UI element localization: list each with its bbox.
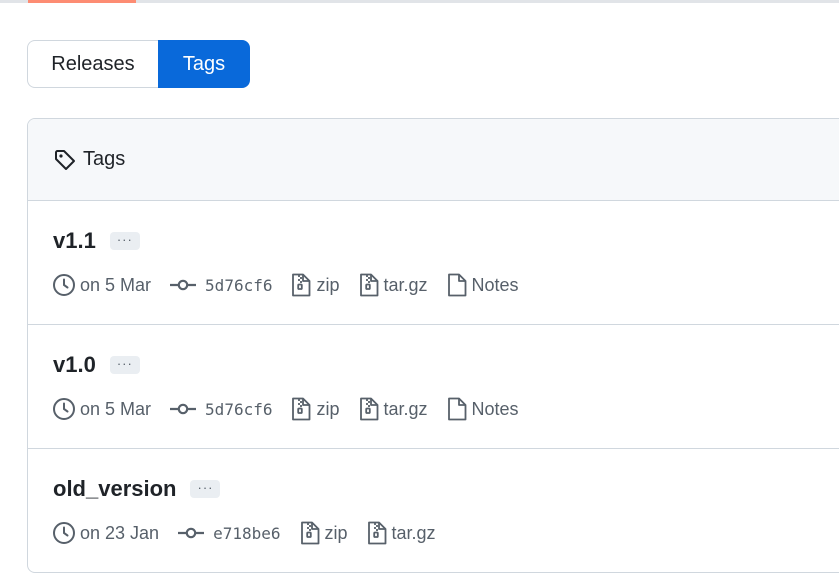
- targz-label: tar.gz: [383, 274, 428, 295]
- tag-date: on 23 Jan: [52, 521, 159, 545]
- zip-label: zip: [324, 522, 348, 543]
- commit-sha: 5d76cf6: [205, 275, 273, 295]
- targz-download-link[interactable]: tar.gz: [366, 521, 436, 545]
- commit-sha: e718be6: [213, 523, 281, 543]
- tag-title-line: old_version ···: [53, 476, 221, 502]
- commit-link[interactable]: e718be6: [177, 521, 281, 545]
- tag-date-text: on 23 Jan: [80, 522, 160, 543]
- notes-link[interactable]: Notes: [446, 397, 519, 421]
- commit-icon: [169, 397, 201, 421]
- tag-row: v1.0 ··· on 5 Mar 5d76cf6 zip tar.gz Notes: [28, 325, 839, 449]
- file-zip-icon: [299, 521, 325, 545]
- tag-title-line: v1.1 ···: [53, 228, 140, 254]
- commit-icon: [177, 521, 209, 545]
- tags-box: Tags v1.1 ··· on 5 Mar 5d76cf6 zip tar.gz Note…: [27, 118, 839, 573]
- releases-tags-switcher: Releases Tags: [27, 40, 250, 88]
- tag-title-line: v1.0 ···: [53, 352, 140, 378]
- tag-row: v1.1 ··· on 5 Mar 5d76cf6 zip tar.gz Notes: [28, 201, 839, 325]
- clock-icon: [52, 521, 80, 545]
- file-zip-icon: [290, 397, 316, 421]
- targz-label: tar.gz: [391, 522, 436, 543]
- commit-icon: [169, 273, 201, 297]
- file-zip-icon: [358, 273, 384, 297]
- commit-link[interactable]: 5d76cf6: [169, 397, 272, 421]
- clock-icon: [52, 397, 80, 421]
- file-zip-icon: [366, 521, 392, 545]
- tag-list: v1.1 ··· on 5 Mar 5d76cf6 zip tar.gz Notes v1.0…: [28, 201, 839, 572]
- tags-button[interactable]: Tags: [158, 40, 250, 88]
- notes-label: Notes: [471, 274, 519, 295]
- tag-date-text: on 5 Mar: [80, 398, 152, 419]
- tag-date: on 5 Mar: [52, 273, 151, 297]
- notes-label: Notes: [471, 398, 519, 419]
- zip-download-link[interactable]: zip: [290, 397, 340, 421]
- tag-name-link[interactable]: old_version: [53, 476, 176, 502]
- expand-ellipsis-button[interactable]: ···: [190, 480, 221, 498]
- file-icon: [446, 397, 472, 421]
- tag-meta: on 5 Mar 5d76cf6 zip tar.gz Notes: [52, 272, 537, 298]
- tag-date: on 5 Mar: [52, 397, 151, 421]
- tag-row: old_version ··· on 23 Jan e718be6 zip tar.gz: [28, 449, 839, 572]
- targz-download-link[interactable]: tar.gz: [358, 397, 428, 421]
- commit-link[interactable]: 5d76cf6: [169, 273, 272, 297]
- tag-name-link[interactable]: v1.0: [53, 352, 96, 378]
- releases-button[interactable]: Releases: [27, 40, 158, 88]
- tag-name-link[interactable]: v1.1: [53, 228, 96, 254]
- expand-ellipsis-button[interactable]: ···: [109, 232, 140, 250]
- file-zip-icon: [290, 273, 316, 297]
- targz-download-link[interactable]: tar.gz: [358, 273, 428, 297]
- zip-label: zip: [316, 398, 340, 419]
- zip-label: zip: [316, 274, 340, 295]
- zip-download-link[interactable]: zip: [299, 521, 348, 545]
- commit-sha: 5d76cf6: [205, 399, 273, 419]
- tags-box-header: Tags: [28, 119, 839, 201]
- tags-box-title: Tags: [83, 148, 126, 170]
- tag-meta: on 5 Mar 5d76cf6 zip tar.gz Notes: [52, 396, 537, 422]
- file-zip-icon: [358, 397, 384, 421]
- notes-link[interactable]: Notes: [446, 273, 519, 297]
- clock-icon: [52, 273, 80, 297]
- selected-tab-underline: [28, 0, 136, 3]
- file-icon: [446, 273, 472, 297]
- zip-download-link[interactable]: zip: [290, 273, 340, 297]
- expand-ellipsis-button[interactable]: ···: [109, 356, 140, 374]
- tag-meta: on 23 Jan e718be6 zip tar.gz: [52, 520, 454, 546]
- tag-icon: [53, 148, 77, 172]
- tag-date-text: on 5 Mar: [80, 274, 152, 295]
- targz-label: tar.gz: [383, 398, 428, 419]
